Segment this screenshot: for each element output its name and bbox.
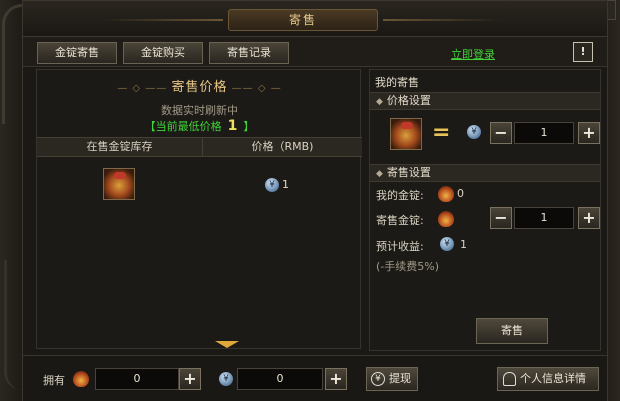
login-link[interactable]: 立即登录 <box>451 46 495 62</box>
withdraw-icon: ¥ <box>371 372 385 386</box>
consignment-window: 寄售 金锭寄售 金锭购买 寄售记录 立即登录 ! — ◇ —— 寄售价格 —— … <box>22 0 608 401</box>
title-bar: 寄售 <box>23 1 607 37</box>
fee-note: (-手续费5%) <box>376 260 440 273</box>
tab-consign-records[interactable]: 寄售记录 <box>209 42 289 64</box>
consign-settings-header: ◆ 寄售设置 <box>370 164 600 182</box>
rmb-add-button[interactable]: + <box>325 368 347 390</box>
column-price: 价格（RMB) <box>251 140 314 153</box>
column-stock: 在售金锭库存 <box>37 138 203 156</box>
gold-bag-icon <box>438 186 454 202</box>
consign-decrease-button[interactable]: − <box>490 207 512 229</box>
expected-income-value: 1 <box>460 238 467 251</box>
lowest-price-suffix: 】 <box>243 120 255 133</box>
tab-bar: 金锭寄售 金锭购买 寄售记录 立即登录 ! <box>23 37 607 67</box>
rmb-coin-icon: ¥ <box>467 125 481 139</box>
gold-add-button[interactable]: + <box>179 368 201 390</box>
title-wing-left <box>103 19 223 21</box>
consign-button[interactable]: 寄售 <box>476 318 548 344</box>
diamond-bullet-icon: ◆ <box>376 97 383 107</box>
price-increase-button[interactable]: + <box>578 122 600 144</box>
rmb-balance: 0 <box>237 368 323 390</box>
rmb-coin-icon: ¥ <box>219 372 233 386</box>
profile-details-button[interactable]: 个人信息详情 <box>497 367 599 391</box>
table-header: 在售金锭库存 价格（RMB) <box>37 137 362 157</box>
gold-ingot-bag-icon <box>390 118 422 150</box>
my-consignment-panel: 我的寄售 ◆ 价格设置 = ¥ − 1 + ◆ 寄售设置 我的金锭: 0 寄售金锭:… <box>369 69 601 351</box>
price-settings-header: ◆ 价格设置 <box>370 92 600 110</box>
price-panel-title: — ◇ —— 寄售价格 —— ◇ — <box>117 80 282 95</box>
user-icon <box>503 372 516 386</box>
lowest-price-prefix: 【当前最低价格 <box>144 120 222 133</box>
consign-gold-label: 寄售金锭: <box>376 214 424 227</box>
consign-increase-button[interactable]: + <box>578 207 600 229</box>
gold-ingot-bag-icon[interactable] <box>103 168 135 200</box>
price-decrease-button[interactable]: − <box>490 122 512 144</box>
title-wing-right <box>383 19 503 21</box>
gold-bag-icon <box>438 211 454 227</box>
withdraw-button[interactable]: ¥ 提现 <box>366 367 418 391</box>
price-list-panel: — ◇ —— 寄售价格 —— ◇ — 数据实时刷新中 【当前最低价格 1 】 在售金… <box>36 69 362 349</box>
consign-amount-input[interactable]: 1 <box>514 207 574 229</box>
price-input[interactable]: 1 <box>514 122 574 144</box>
my-gold-value: 0 <box>457 187 464 200</box>
diamond-bullet-icon: ◆ <box>376 169 383 179</box>
tab-gold-buy[interactable]: 金锭购买 <box>123 42 203 64</box>
gold-balance: 0 <box>95 368 179 390</box>
lowest-price: 【当前最低价格 1 】 <box>37 118 362 134</box>
expected-income-label: 预计收益: <box>376 240 424 253</box>
row-price: 1 <box>282 178 289 191</box>
my-gold-label: 我的金锭: <box>376 189 424 202</box>
equals-icon: = <box>432 120 451 145</box>
rmb-coin-icon: ¥ <box>265 178 279 192</box>
game-screen: » 寄售 金锭寄售 金锭购买 寄售记录 立即登录 ! — ◇ —— 寄售价格 —… <box>0 0 620 401</box>
gold-bag-icon <box>73 371 89 387</box>
scroll-down-arrow-icon[interactable] <box>215 341 239 348</box>
balance-bar: 拥有 0 + ¥ 0 + ¥ 提现 个人信息详情 <box>23 355 607 401</box>
lowest-price-value: 1 <box>227 118 238 134</box>
refresh-note: 数据实时刷新中 <box>161 104 238 117</box>
rmb-coin-icon: ¥ <box>440 237 454 251</box>
tab-gold-consign[interactable]: 金锭寄售 <box>37 42 117 64</box>
window-title: 寄售 <box>228 9 378 31</box>
own-label: 拥有 <box>43 374 65 387</box>
my-consignment-title: 我的寄售 <box>375 76 419 89</box>
notice-icon[interactable]: ! <box>573 42 593 62</box>
